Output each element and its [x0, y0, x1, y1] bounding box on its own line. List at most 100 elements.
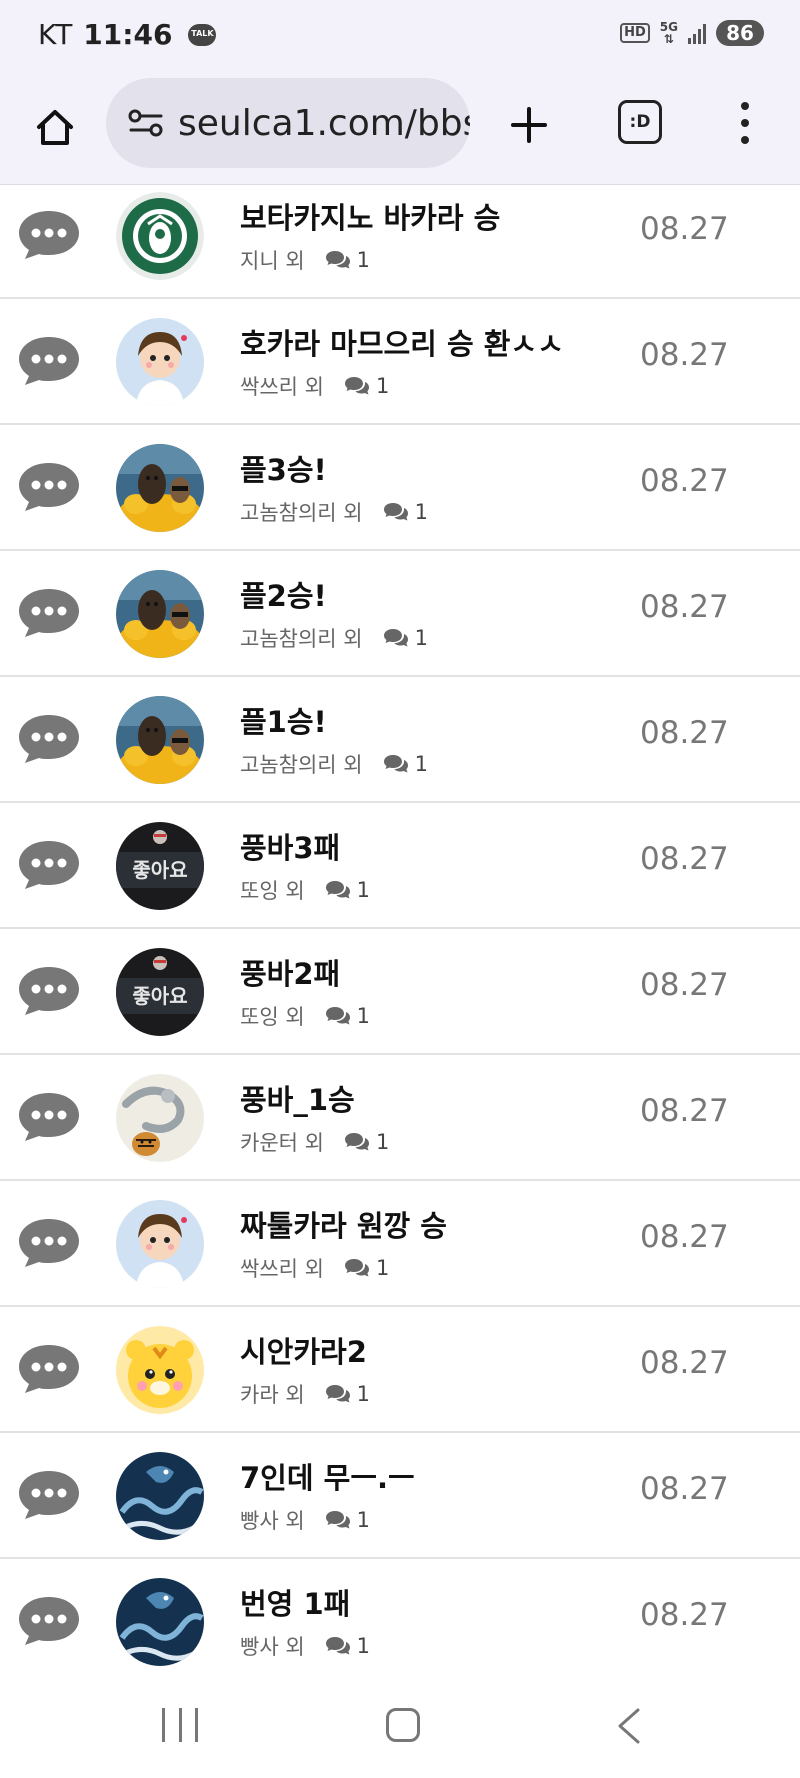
post-author[interactable]: 또잉 외 [240, 875, 305, 905]
signal-strength-icon [688, 22, 706, 44]
post-author[interactable]: 싹쓰리 외 [240, 1253, 324, 1283]
site-settings-icon[interactable] [126, 103, 166, 143]
post-row[interactable]: 플1승! 고놈참의리 외 1 08.27 [0, 677, 800, 803]
post-title[interactable]: 호카라 마므으리 승 환ㅅㅅ [240, 321, 564, 363]
plus-icon [511, 107, 547, 143]
post-date: 08.27 [640, 841, 729, 877]
new-tab-button[interactable] [504, 100, 554, 150]
home-icon [37, 110, 73, 145]
author-avatar[interactable] [116, 1578, 204, 1666]
post-author[interactable]: 고놈참의리 외 [240, 623, 363, 653]
post-row[interactable]: 플3승! 고놈참의리 외 1 08.27 [0, 425, 800, 551]
network-5g-label: 5G [659, 20, 678, 34]
post-author[interactable]: 고놈참의리 외 [240, 497, 363, 527]
author-avatar[interactable]: 좋아요 [116, 948, 204, 1036]
post-meta: 지니 외 1 [240, 245, 370, 275]
post-author[interactable]: 빵사 외 [240, 1505, 305, 1535]
network-5g-icon: 5G ⇅ [659, 20, 678, 46]
comment-count: 1 [414, 626, 428, 650]
post-title[interactable]: 시안카라2 [240, 1329, 367, 1371]
post-author[interactable]: 고놈참의리 외 [240, 749, 363, 779]
author-avatar[interactable] [116, 570, 204, 658]
author-avatar[interactable] [116, 1074, 204, 1162]
status-left: KT 11:46 TALK [38, 18, 217, 51]
post-title[interactable]: 풍바_1승 [240, 1077, 355, 1119]
post-row[interactable]: 좋아요 풍바2패 또잉 외 1 08.27 [0, 929, 800, 1055]
post-meta: 싹쓰리 외 1 [240, 1253, 389, 1283]
author-avatar[interactable] [116, 696, 204, 784]
post-title[interactable]: 플1승! [240, 699, 327, 741]
post-meta: 또잉 외 1 [240, 875, 370, 905]
talk-badge-label: TALK [191, 28, 214, 38]
post-title[interactable]: 풍바2패 [240, 951, 340, 993]
author-avatar[interactable] [116, 444, 204, 532]
post-author[interactable]: 또잉 외 [240, 1001, 305, 1031]
post-row[interactable]: 좋아요 풍바3패 또잉 외 1 08.27 [0, 803, 800, 929]
comments-icon [344, 376, 370, 396]
post-title[interactable]: 7인데 무ㅡ.ㅡ [240, 1455, 415, 1497]
post-row[interactable]: 플2승! 고놈참의리 외 1 08.27 [0, 551, 800, 677]
status-right: HD 5G ⇅ 86 [620, 20, 764, 46]
post-row[interactable]: 짜툴카라 원깡 승 싹쓰리 외 1 08.27 [0, 1181, 800, 1307]
post-author[interactable]: 빵사 외 [240, 1631, 305, 1661]
post-meta: 고놈참의리 외 1 [240, 623, 428, 653]
author-avatar[interactable] [116, 318, 204, 406]
post-title[interactable]: 플3승! [240, 447, 327, 489]
post-row[interactable]: 번영 1패 빵사 외 1 08.27 [0, 1559, 800, 1675]
tab-switcher-button[interactable]: :D [618, 100, 662, 144]
hd-voice-icon: HD [620, 23, 650, 43]
post-row[interactable]: 풍바_1승 카운터 외 1 08.27 [0, 1055, 800, 1181]
system-home-button[interactable] [386, 1708, 420, 1742]
comment-count: 1 [356, 1634, 371, 1658]
post-author[interactable]: 카운터 외 [240, 1127, 324, 1157]
author-avatar[interactable] [116, 192, 204, 280]
post-title[interactable]: 플2승! [240, 573, 327, 615]
comments-icon [383, 754, 409, 774]
post-row[interactable]: 7인데 무ㅡ.ㅡ 빵사 외 1 08.27 [0, 1433, 800, 1559]
post-meta: 카운터 외 1 [240, 1127, 389, 1157]
comment-count: 1 [356, 1508, 371, 1532]
post-author[interactable]: 싹쓰리 외 [240, 371, 324, 401]
speech-bubble-dots-icon [17, 1091, 81, 1143]
speech-bubble-dots-icon [17, 1343, 81, 1395]
recents-button[interactable] [162, 1708, 198, 1744]
post-author[interactable]: 지니 외 [240, 245, 305, 275]
post-row[interactable]: 시안카라2 카라 외 1 08.27 [0, 1307, 800, 1433]
post-row[interactable]: 호카라 마므으리 승 환ㅅㅅ 싹쓰리 외 1 08.27 [0, 299, 800, 425]
clock: 11:46 [83, 18, 173, 51]
home-button[interactable] [30, 102, 80, 152]
author-avatar[interactable] [116, 1326, 204, 1414]
post-date: 08.27 [640, 1345, 729, 1381]
post-meta: 빵사 외 1 [240, 1631, 370, 1661]
post-title[interactable]: 번영 1패 [240, 1581, 350, 1623]
post-title[interactable]: 보타카지노 바카라 승 [240, 195, 500, 237]
speech-bubble-dots-icon [17, 1469, 81, 1521]
post-meta: 카라 외 1 [240, 1379, 370, 1409]
speech-bubble-dots-icon [17, 335, 81, 387]
comment-count: 1 [375, 1130, 390, 1154]
address-bar[interactable]: seulca1.com/bbs [106, 78, 470, 168]
kakaotalk-notification-icon: TALK [188, 23, 217, 46]
comment-count: 1 [356, 1004, 371, 1028]
post-author[interactable]: 카라 외 [240, 1379, 305, 1409]
speech-bubble-dots-icon [17, 965, 81, 1017]
post-list[interactable]: 보타카지노 바카라 승 지니 외 1 08.27 호카라 마므으리 승 환ㅅㅅ … [0, 185, 800, 1675]
speech-bubble-dots-icon [17, 209, 81, 261]
author-avatar[interactable] [116, 1452, 204, 1540]
screen: KT 11:46 TALK HD 5G ⇅ 86 seulca1.com/bbs… [0, 0, 800, 1778]
battery-level: 86 [716, 20, 764, 46]
post-date: 08.27 [640, 1597, 729, 1633]
post-title[interactable]: 짜툴카라 원깡 승 [240, 1203, 447, 1245]
back-icon[interactable] [610, 1706, 650, 1746]
comments-icon [344, 1258, 370, 1278]
post-date: 08.27 [640, 463, 729, 499]
comments-icon [383, 502, 409, 522]
carrier-label: KT [38, 18, 74, 51]
post-meta: 고놈참의리 외 1 [240, 497, 428, 527]
post-title[interactable]: 풍바3패 [240, 825, 340, 867]
more-options-button[interactable] [730, 98, 760, 148]
post-row[interactable]: 보타카지노 바카라 승 지니 외 1 08.27 [0, 185, 800, 299]
author-avatar[interactable]: 좋아요 [116, 822, 204, 910]
author-avatar[interactable] [116, 1200, 204, 1288]
post-date: 08.27 [640, 589, 729, 625]
